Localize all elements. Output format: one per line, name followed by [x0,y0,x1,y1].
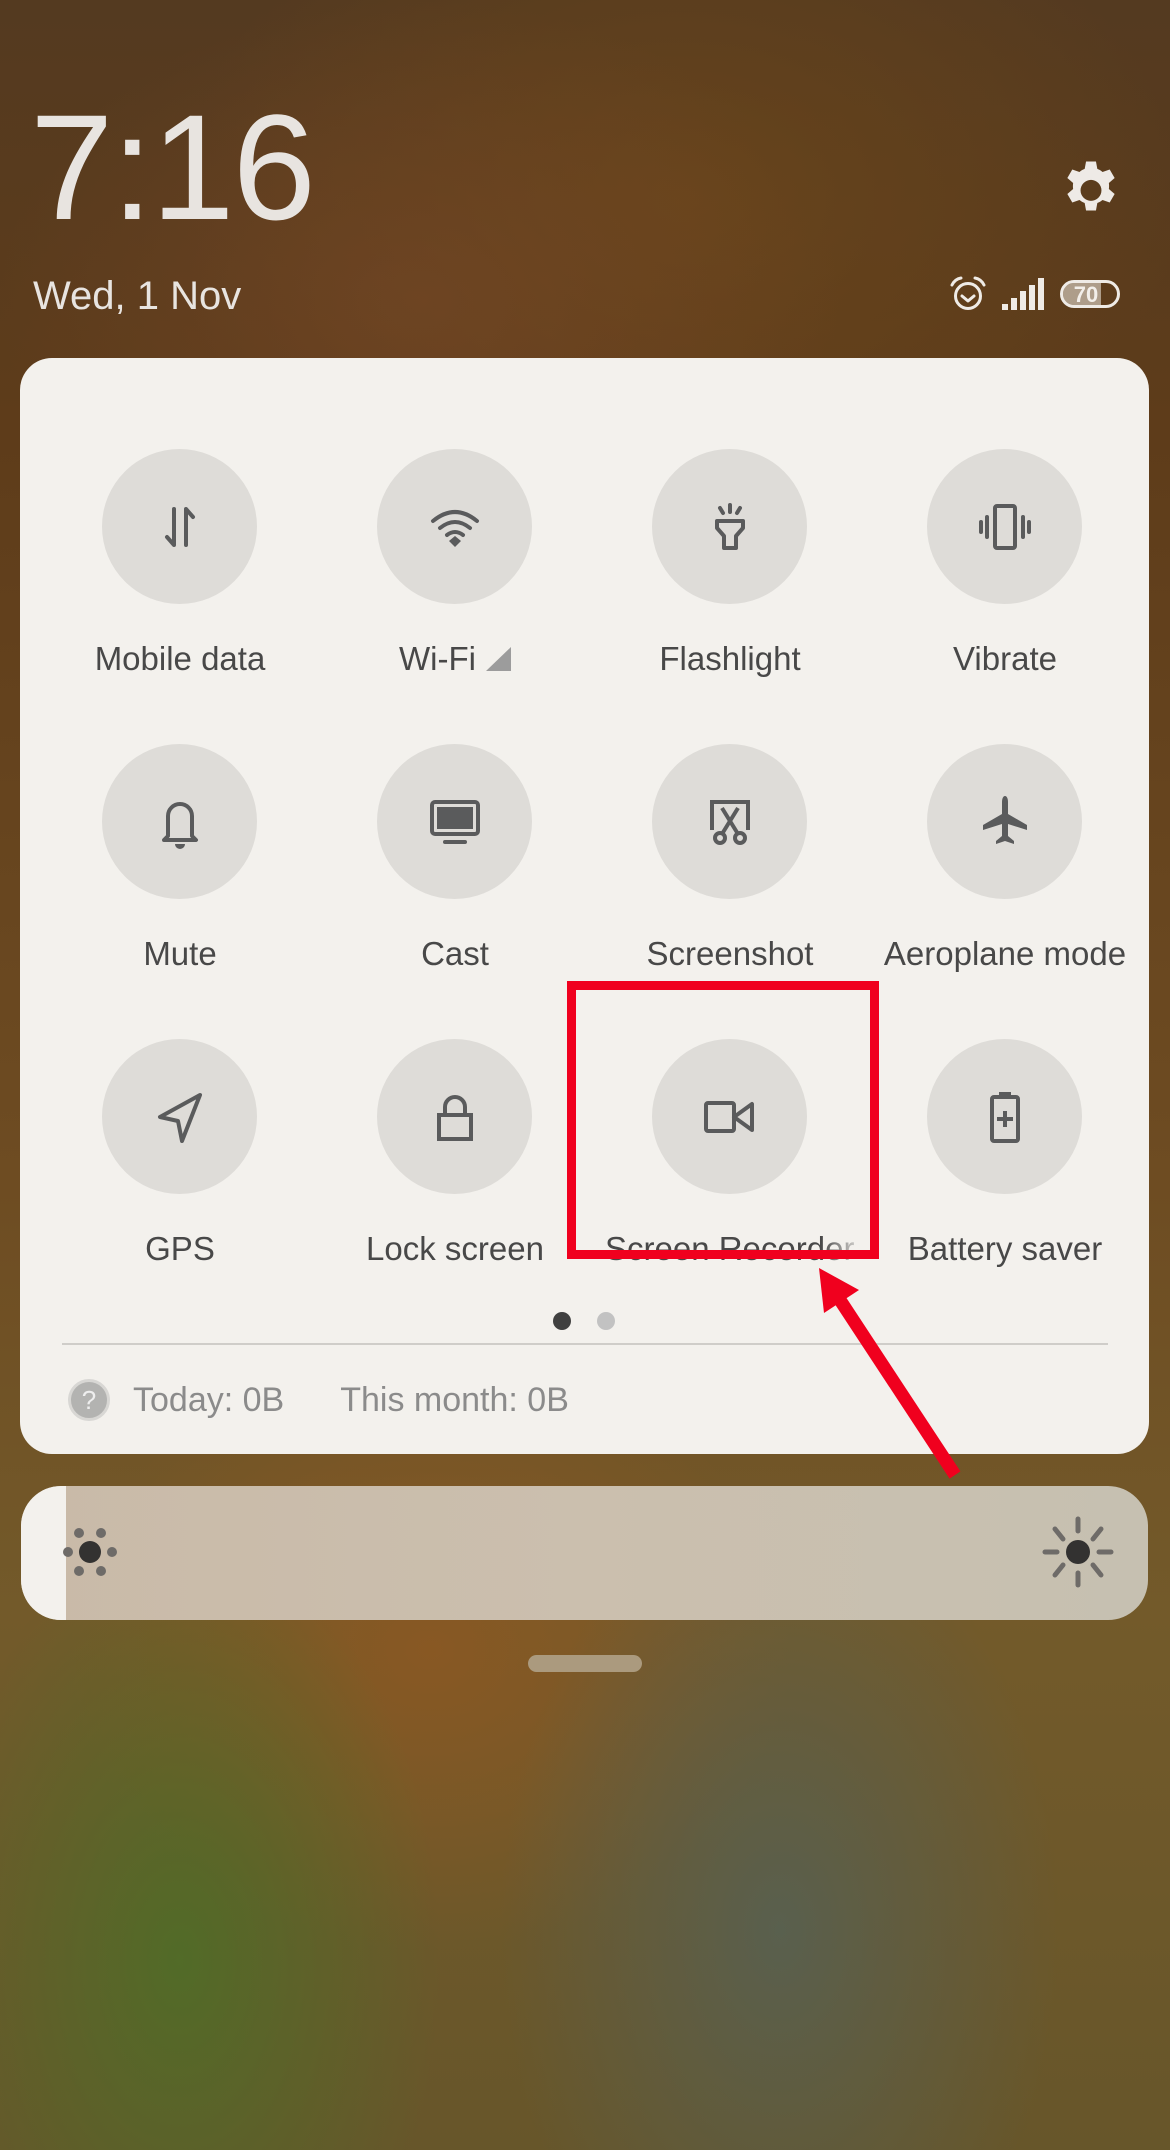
page-indicator-inactive[interactable] [597,1312,615,1330]
tile-screenshot[interactable]: Screenshot [585,744,875,984]
flashlight-icon [698,495,762,559]
tile-toggle-button[interactable] [102,1039,257,1194]
page-indicator-active[interactable] [553,1312,571,1330]
tile-label-text: Lock screen [366,1230,544,1267]
tile-lock-screen[interactable]: Lock screen [310,1039,600,1279]
wifi-signal-icon [485,647,511,671]
tile-label: Vibrate [860,639,1150,679]
tile-label-text: GPS [145,1230,215,1267]
highlight-box [567,981,879,1259]
quick-settings-panel: Mobile data Wi-Fi Flashlight Vibrate Mute Cas… [20,358,1149,1454]
cast-icon [423,790,487,854]
screenshot-icon [698,790,762,854]
tile-mobile-data[interactable]: Mobile data [35,449,325,689]
brightness-slider[interactable] [21,1486,1148,1620]
data-usage-row[interactable]: ? Today: 0B This month: 0B [68,1375,569,1425]
tile-toggle-button[interactable] [927,1039,1082,1194]
settings-button[interactable] [1058,156,1124,222]
tile-label-text: Aeroplane mode [883,935,1127,972]
tile-label-text: Vibrate [953,640,1057,677]
tile-label: Lock screen [310,1229,600,1269]
help-icon[interactable]: ? [68,1379,110,1421]
tile-toggle-button[interactable] [377,744,532,899]
tile-battery-saver[interactable]: Battery saver [860,1039,1150,1279]
drag-handle[interactable] [528,1655,642,1672]
gps-icon [148,1085,212,1149]
tile-toggle-button[interactable] [927,449,1082,604]
clock-time: 7:16 [30,83,316,251]
tile-label-text: Mobile data [94,640,266,677]
tile-label: Screenshot [585,934,875,974]
tile-label-text: Mute [143,935,217,972]
tile-label: Aeroplane mode [860,934,1150,974]
tile-mute[interactable]: Mute [35,744,325,984]
tile-toggle-button[interactable] [377,1039,532,1194]
tile-label: Wi-Fi [310,639,600,679]
data-usage-today: Today: 0B [133,1380,285,1419]
tile-toggle-button[interactable] [377,449,532,604]
date-label: Wed, 1 Nov [33,274,242,318]
brightness-low-icon [63,1528,117,1576]
tile-aeroplane-mode[interactable]: Aeroplane mode [860,744,1150,984]
divider [62,1343,1108,1345]
battery-saver-icon [973,1085,1037,1149]
bell-icon [148,790,212,854]
tile-label-text: Flashlight [659,640,801,677]
battery-indicator: 70 [1060,280,1120,308]
tile-label: Flashlight [585,639,875,679]
tile-wi-fi[interactable]: Wi-Fi [310,449,600,689]
airplane-icon [973,790,1037,854]
tile-label: Cast [310,934,600,974]
battery-level: 70 [1073,282,1099,307]
wifi-icon [423,495,487,559]
tile-toggle-button[interactable] [102,449,257,604]
brightness-high-icon [1042,1516,1114,1588]
tile-label: GPS [35,1229,325,1269]
lock-icon [423,1085,487,1149]
tile-gps[interactable]: GPS [35,1039,325,1279]
gear-icon [1067,161,1115,211]
tile-label-text: Screenshot [646,935,814,972]
tile-toggle-button[interactable] [652,449,807,604]
status-bar-icons: 70 [948,274,1120,314]
tile-label: Battery saver [860,1229,1150,1269]
tile-label: Mobile data [35,639,325,679]
vibrate-icon [973,495,1037,559]
tile-toggle-button[interactable] [927,744,1082,899]
signal-icon [1002,278,1044,310]
data-usage-month: This month: 0B [340,1380,569,1419]
tile-cast[interactable]: Cast [310,744,600,984]
tile-toggle-button[interactable] [652,744,807,899]
alarm-icon [950,276,986,310]
tile-label-text: Battery saver [907,1230,1103,1267]
tile-label-text: Wi-Fi [399,640,476,677]
tile-label-text: Cast [421,935,489,972]
tile-flashlight[interactable]: Flashlight [585,449,875,689]
tile-toggle-button[interactable] [102,744,257,899]
mobile-data-icon [148,495,212,559]
tile-vibrate[interactable]: Vibrate [860,449,1150,689]
tile-label: Mute [35,934,325,974]
